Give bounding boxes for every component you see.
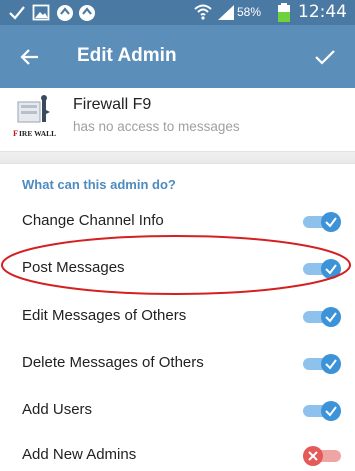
permission-add-new-admins[interactable]: Add New Admins [0, 432, 355, 466]
toggle-switch[interactable] [303, 446, 345, 466]
permission-label: Add Users [22, 401, 93, 418]
check-icon [325, 264, 337, 275]
admin-profile: F IRE WALL Firewall F9 has no access to … [0, 88, 355, 151]
check-icon [325, 359, 337, 370]
battery-percent: 58% [236, 5, 261, 19]
app-bar: Edit Admin [0, 25, 355, 88]
close-icon [308, 451, 318, 461]
checkmark-icon[interactable] [313, 45, 337, 69]
toggle-knob [321, 401, 341, 421]
avatar: F IRE WALL [10, 94, 66, 142]
admin-access-status: has no access to messages [73, 119, 240, 134]
toggle-knob [321, 307, 341, 327]
clock: 12:44 [298, 2, 347, 22]
battery-icon [278, 3, 290, 22]
check-icon [9, 6, 25, 20]
check-icon [325, 406, 337, 417]
sync-icon [57, 5, 73, 21]
status-bar: 58% 12:44 [0, 0, 355, 25]
admin-name: Firewall F9 [73, 96, 152, 113]
toggle-switch[interactable] [303, 307, 345, 327]
toggle-switch[interactable] [303, 354, 345, 374]
image-icon [32, 4, 50, 21]
permission-post-messages[interactable]: Post Messages [0, 245, 355, 291]
permission-delete-messages-of-others[interactable]: Delete Messages of Others [0, 340, 355, 386]
permission-add-users[interactable]: Add Users [0, 387, 355, 433]
permission-label: Edit Messages of Others [22, 307, 187, 324]
page-title: Edit Admin [77, 45, 177, 66]
toggle-switch[interactable] [303, 401, 345, 421]
signal-icon [218, 5, 234, 20]
permission-label: Post Messages [22, 259, 125, 276]
permission-label: Delete Messages of Others [22, 354, 204, 371]
section-divider [0, 151, 355, 164]
permissions-header: What can this admin do? [22, 177, 176, 192]
toggle-knob [303, 446, 323, 466]
toggle-knob [321, 354, 341, 374]
toggle-knob [321, 212, 341, 232]
check-icon [325, 312, 337, 323]
svg-text:IRE WALL: IRE WALL [19, 129, 56, 138]
check-icon [325, 217, 337, 228]
wifi-icon [194, 4, 212, 20]
sync-icon [79, 5, 95, 21]
permission-label: Change Channel Info [22, 212, 164, 229]
permission-edit-messages-of-others[interactable]: Edit Messages of Others [0, 293, 355, 339]
toggle-switch[interactable] [303, 212, 345, 232]
status-system: 58% 12:44 [167, 2, 347, 22]
permission-change-channel-info[interactable]: Change Channel Info [0, 198, 355, 244]
toggle-switch[interactable] [303, 259, 345, 279]
svg-text:F: F [13, 128, 18, 138]
toggle-knob [321, 259, 341, 279]
arrow-left-icon[interactable] [18, 45, 42, 69]
permission-label: Add New Admins [22, 446, 137, 463]
